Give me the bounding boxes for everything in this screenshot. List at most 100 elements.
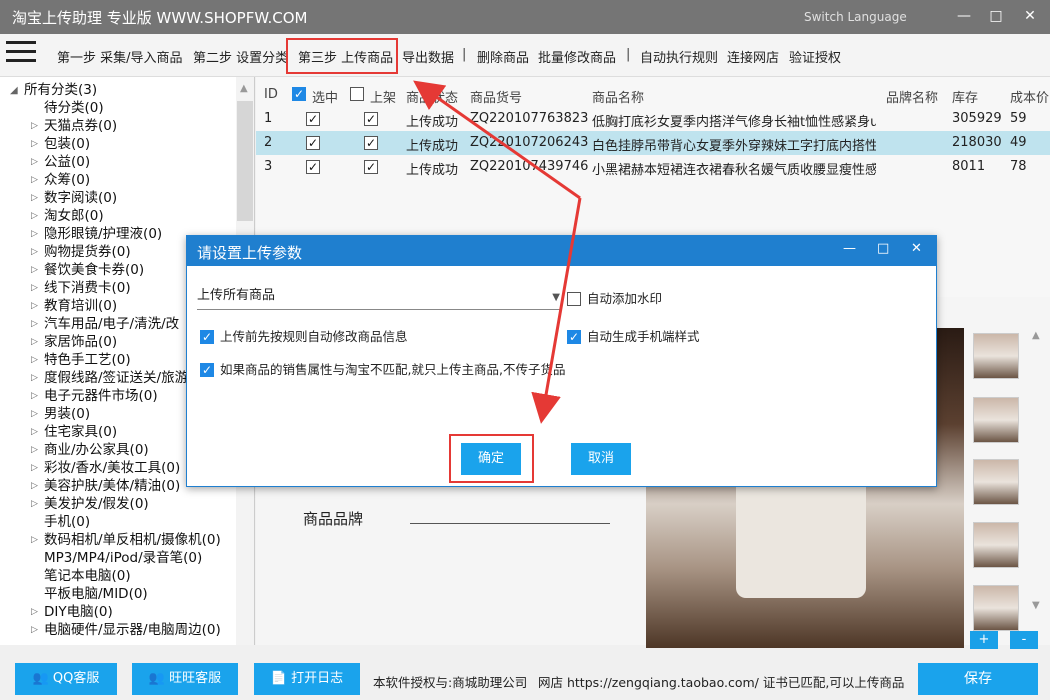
upload-scope-select[interactable]: 上传所有商品 ▼ [197,288,562,310]
menu-step2-category[interactable]: 第二步 设置分类 [193,47,288,66]
thumbnail-scrollbar[interactable]: ▲ ▼ [1029,330,1045,620]
cancel-button[interactable]: 取消 [571,443,631,475]
tree-expand-icon[interactable]: ▷ [31,319,38,329]
tree-expand-icon[interactable]: ▷ [31,499,38,509]
close-button[interactable]: ✕ [1022,7,1038,25]
menu-export-data[interactable]: 导出数据 [402,47,454,66]
tree-expand-icon[interactable]: ▷ [31,265,38,275]
open-log-button[interactable]: 📄 打开日志 [254,663,360,695]
tree-expand-icon[interactable]: ▷ [31,409,38,419]
table-row[interactable]: 3 上传成功 ZQ220107439746 小黑裙赫本短裙连衣裙春秋名媛气质收腰显瘦性… [256,155,1050,179]
row-select-checkbox[interactable]: ✓ [306,136,320,150]
col-sku[interactable]: 商品货号 [470,87,522,106]
tree-item[interactable]: 电脑硬件/显示器/电脑周边(0) [44,621,221,639]
mobile-style-option[interactable]: ✓ 自动生成手机端样式 [567,326,700,345]
menu-batch-modify[interactable]: 批量修改商品 [538,47,616,66]
select-all-checkbox[interactable]: ✓ [292,87,306,101]
col-selected[interactable]: 选中 [312,87,338,106]
tree-item[interactable]: 购物提货券(0) [44,243,131,261]
maximize-button[interactable]: □ [988,7,1004,25]
row-select-checkbox[interactable]: ✓ [306,160,320,174]
col-brand[interactable]: 品牌名称 [886,87,938,106]
tree-item[interactable]: 住宅家具(0) [44,423,117,441]
row-listed-checkbox[interactable]: ✓ [364,136,378,150]
tree-expand-icon[interactable]: ▷ [31,625,38,635]
tree-item[interactable]: 平板电脑/MID(0) [44,585,148,603]
menu-verify-license[interactable]: 验证授权 [789,47,841,66]
add-image-button[interactable]: + [970,631,998,649]
tree-item[interactable]: 汽车用品/电子/清洗/改 [44,315,179,333]
tree-expand-icon[interactable]: ▷ [31,157,38,167]
tree-expand-icon[interactable]: ▷ [31,283,38,293]
tree-expand-icon[interactable]: ▷ [31,229,38,239]
watermark-checkbox[interactable] [567,291,581,306]
tree-expand-icon[interactable]: ▷ [31,175,38,185]
tree-item[interactable]: 度假线路/签证送关/旅游 [44,369,188,387]
tree-item[interactable]: 电子元器件市场(0) [44,387,158,405]
tree-expand-icon[interactable]: ▷ [31,535,38,545]
switch-language-link[interactable]: Switch Language [804,10,907,24]
tree-item[interactable]: 众筹(0) [44,171,90,189]
tree-item[interactable]: 美容护肤/美体/精油(0) [44,477,180,495]
tree-item[interactable]: 数码相机/单反相机/摄像机(0) [44,531,221,549]
col-name[interactable]: 商品名称 [592,87,644,106]
tree-expand-icon[interactable]: ▷ [31,463,38,473]
tree-item[interactable]: 手机(0) [44,513,90,531]
tree-item[interactable]: 家居饰品(0) [44,333,117,351]
tree-expand-icon[interactable]: ▷ [31,373,38,383]
tree-expand-icon[interactable]: ▷ [31,337,38,347]
tree-item[interactable]: 公益(0) [44,153,90,171]
tree-expand-icon[interactable]: ▷ [31,139,38,149]
tree-expand-icon[interactable]: ▷ [31,247,38,257]
tree-expand-icon[interactable]: ▷ [31,355,38,365]
tree-expand-icon[interactable]: ▷ [31,301,38,311]
tree-item[interactable]: 彩妆/香水/美妆工具(0) [44,459,180,477]
tree-item[interactable]: DIY电脑(0) [44,603,113,621]
product-thumbnail[interactable] [973,333,1019,379]
tree-expand-icon[interactable]: ◢ [10,85,18,96]
product-thumbnail[interactable] [973,522,1019,568]
dialog-minimize-button[interactable]: — [843,241,856,256]
menu-connect-shop[interactable]: 连接网店 [727,47,779,66]
row-select-checkbox[interactable]: ✓ [306,112,320,126]
col-id[interactable]: ID [264,87,278,102]
col-stock[interactable]: 库存 [952,87,978,106]
tree-expand-icon[interactable]: ▷ [31,211,38,221]
product-thumbnail[interactable] [973,397,1019,443]
tree-item[interactable]: 隐形眼镜/护理液(0) [44,225,162,243]
main-only-checkbox[interactable]: ✓ [200,362,214,377]
tree-item[interactable]: 笔记本电脑(0) [44,567,131,585]
tree-item[interactable]: 数字阅读(0) [44,189,117,207]
dialog-maximize-button[interactable]: □ [877,241,889,256]
col-status[interactable]: 商品状态 [406,87,458,106]
tree-expand-icon[interactable]: ▷ [31,427,38,437]
wangwang-support-button[interactable]: 👥 旺旺客服 [132,663,238,695]
tree-expand-icon[interactable]: ▷ [31,445,38,455]
product-thumbnail[interactable] [973,585,1019,631]
tree-item[interactable]: 美发护发/假发(0) [44,495,149,513]
product-thumbnail[interactable] [973,459,1019,505]
scroll-down-icon[interactable]: ▼ [1032,600,1040,611]
save-button[interactable]: 保存 [918,663,1038,695]
table-row[interactable]: 2 上传成功 ZQ220107206243 白色挂脖吊带背心女夏季外穿辣妹工字打底内搭… [256,131,1050,155]
tree-item[interactable]: 天猫点券(0) [44,117,117,135]
remove-image-button[interactable]: - [1010,631,1038,649]
main-only-option[interactable]: ✓ 如果商品的销售属性与淘宝不匹配,就只上传主商品,不传子货品 [200,359,565,378]
table-row[interactable]: 1 上传成功 ZQ220107763823 低胸打底衫女夏季内搭洋气修身长袖t恤性感紧… [256,107,1050,131]
tree-item[interactable]: 教育培训(0) [44,297,117,315]
rule-modify-checkbox[interactable]: ✓ [200,329,214,344]
tree-item[interactable]: 线下消费卡(0) [44,279,131,297]
tree-item[interactable]: 商业/办公家具(0) [44,441,149,459]
tree-item[interactable]: 淘女郎(0) [44,207,104,225]
listed-all-checkbox[interactable] [350,87,364,101]
tree-expand-icon[interactable]: ▷ [31,481,38,491]
brand-input[interactable] [410,523,610,524]
tree-scroll-thumb[interactable] [237,101,253,221]
col-listed[interactable]: 上架 [370,87,396,106]
mobile-style-checkbox[interactable]: ✓ [567,329,581,344]
menu-delete-goods[interactable]: 删除商品 [477,47,529,66]
menu-step1-collect[interactable]: 第一步 采集/导入商品 [57,47,183,66]
row-listed-checkbox[interactable]: ✓ [364,112,378,126]
minimize-button[interactable]: — [956,7,972,25]
tree-item[interactable]: 待分类(0) [44,99,104,117]
